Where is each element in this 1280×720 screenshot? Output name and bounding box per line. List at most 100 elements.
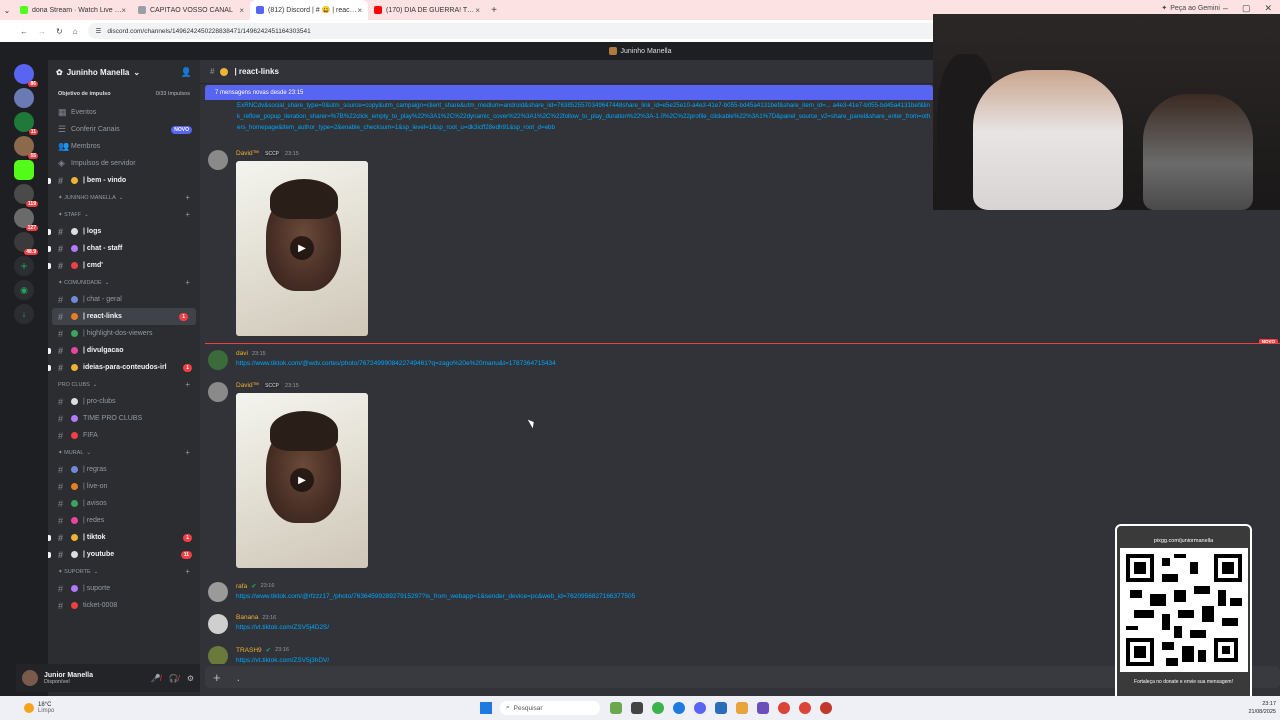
maximize-icon[interactable]: ▢ [1242,3,1251,14]
system-clock[interactable]: 23:17 21/08/2025 [1248,700,1276,716]
channel-item[interactable]: # FIFA [48,427,200,444]
boost-goal[interactable]: Objetivo de impulso 0/33 Impulsos [48,84,200,104]
server-icon[interactable]: 48.9 [14,232,38,255]
nav-item[interactable]: ◈ Impulsos de servidor [48,155,200,172]
channel-item[interactable]: # | chat - staff [48,240,200,257]
create-channel-icon[interactable]: + [185,278,190,287]
message-link[interactable]: https://vt.tiktok.com/ZSV5j4D2S/ [236,624,329,631]
server-icon[interactable]: 119 [14,184,38,207]
message-author[interactable]: davi [236,350,248,357]
channel-item[interactable]: # | youtube 11 [48,546,200,563]
message-author[interactable]: rafa [236,583,247,590]
gear-icon[interactable]: ⚙ [187,674,194,683]
weather-widget[interactable]: 18°C Limpo [0,702,480,714]
close-tab-icon[interactable]: × [121,6,126,15]
new-messages-bar[interactable]: 7 mensagens novas desde 23:15 [205,85,933,100]
server-icon[interactable] [14,160,34,180]
channel-category[interactable]: ✦ STAFF ⌄ + [48,206,200,223]
mute-mic-icon[interactable]: 🎤̸ [151,674,161,683]
avatar[interactable] [208,150,228,170]
back-icon[interactable]: ← [20,27,28,36]
channel-category[interactable]: Pro clubs ⌄ + [48,376,200,393]
video-attachment[interactable]: ▶ [236,161,368,336]
browser-tab-youtube[interactable]: (170) DIA DE GUERRA! TRAIRA × [368,0,486,20]
channel-category[interactable]: ✦ COMUNIDADE ⌄ + [48,274,200,291]
add-attachment-icon[interactable]: + [213,670,221,685]
channel-item[interactable]: # | chat - geral [48,291,200,308]
url-field[interactable]: ☰ discord.com/channels/14962424502288384… [87,23,968,39]
channel-item[interactable]: # | logs [48,223,200,240]
channel-item[interactable]: # | suporte [48,580,200,597]
app-icon[interactable] [757,702,769,714]
server-icon[interactable]: 11 [14,112,38,135]
channel-category[interactable]: ✦ JUNINHO MANELLA ⌄ + [48,189,200,206]
home-icon[interactable]: ⌂ [73,27,78,36]
guild-header[interactable]: ✿ Juninho Manella ⌄ 👤 [48,60,200,84]
reload-icon[interactable]: ↻ [56,27,63,36]
channel-item[interactable]: # | divulgacao [48,342,200,359]
new-tab-button[interactable]: + [486,5,502,16]
gemini-button[interactable]: ✦ Peça ao Gemini [1161,4,1220,13]
app-icon[interactable] [820,702,832,714]
message-author[interactable]: Banana [236,614,258,621]
channel-item[interactable]: # | tiktok 1 [48,529,200,546]
server-icon[interactable]: 55 [14,136,38,159]
channel-item[interactable]: # | bem - vindo [48,172,200,189]
task-view-icon[interactable] [631,702,643,714]
nav-item[interactable]: 👥 Membros [48,138,200,155]
discord-icon[interactable] [694,702,706,714]
channel-item[interactable]: # | live-on [48,478,200,495]
avatar[interactable] [208,350,228,370]
message-link[interactable]: ExRNCdv&social_share_type=0&utm_source=c… [237,100,933,140]
tab-list-chevron-icon[interactable]: ⌄ [0,6,14,15]
browser-tab-discord[interactable]: (812) Discord | # 😀 | react-link × [250,0,368,20]
browser-tab-kick[interactable]: dona Stream · Watch Live on K × [14,0,132,20]
edge-icon[interactable] [673,702,685,714]
channel-item[interactable]: # | redes [48,512,200,529]
server-icon[interactable]: 127 [14,208,38,231]
download-icon[interactable]: ↓ [14,304,34,324]
nav-item[interactable]: ▦ Eventos [48,104,200,121]
avatar[interactable] [208,646,228,664]
channel-item[interactable]: # | regras [48,461,200,478]
channel-category[interactable]: ✦ MURAL ⌄ + [48,444,200,461]
video-attachment[interactable]: ▶ [236,393,368,568]
create-channel-icon[interactable]: + [185,380,190,389]
close-tab-icon[interactable]: × [357,6,362,15]
channel-item[interactable]: # TIME PRO CLUBS [48,410,200,427]
channel-item[interactable]: # | highlight-dos-viewers [48,325,200,342]
close-tab-icon[interactable]: × [475,6,480,15]
channel-item[interactable]: # | pro-clubs [48,393,200,410]
windows-start-icon[interactable] [480,702,492,714]
play-icon[interactable]: ▶ [290,468,314,492]
nav-item[interactable]: ☰ Conferir Canais NOVO [48,121,200,138]
create-channel-icon[interactable]: + [185,567,190,576]
app-icon[interactable] [610,702,622,714]
message-link[interactable]: https://vt.tiktok.com/ZSV5j3hDV/ [236,657,329,664]
create-channel-icon[interactable]: + [185,210,190,219]
app-icon[interactable] [736,702,748,714]
avatar[interactable] [208,382,228,402]
invite-people-icon[interactable]: 👤 [181,67,192,78]
xbox-icon[interactable] [652,702,664,714]
browser-tab-capitao[interactable]: CAPITÃO VOSSO CANAL × [132,0,250,20]
chrome-icon[interactable] [799,702,811,714]
message-link[interactable]: https://www.tiktok.com/@rfzzz17_/photo/7… [236,593,635,600]
app-icon[interactable] [715,702,727,714]
forward-icon[interactable]: → [38,27,46,36]
channel-item[interactable]: # | react-links 1 [52,308,196,325]
message-input[interactable]: . [237,670,240,684]
message-author[interactable]: TRASH9 [236,647,262,654]
home-dm-button[interactable]: 86 [14,64,38,87]
channel-item[interactable]: # | avisos [48,495,200,512]
close-tab-icon[interactable]: × [239,6,244,15]
message-link[interactable]: https://www.tiktok.com/@wdv.cortes/photo… [236,360,556,367]
chrome-icon[interactable] [778,702,790,714]
taskbar-search[interactable]: ⌕ Pesquisar [500,701,600,715]
avatar[interactable] [208,614,228,634]
message-author[interactable]: David™ [236,382,259,389]
site-info-icon[interactable]: ☰ [96,27,102,35]
avatar[interactable] [208,582,228,602]
channel-category[interactable]: ✦ SUPORTE ⌄ + [48,563,200,580]
close-icon[interactable]: ✕ [1264,3,1272,14]
